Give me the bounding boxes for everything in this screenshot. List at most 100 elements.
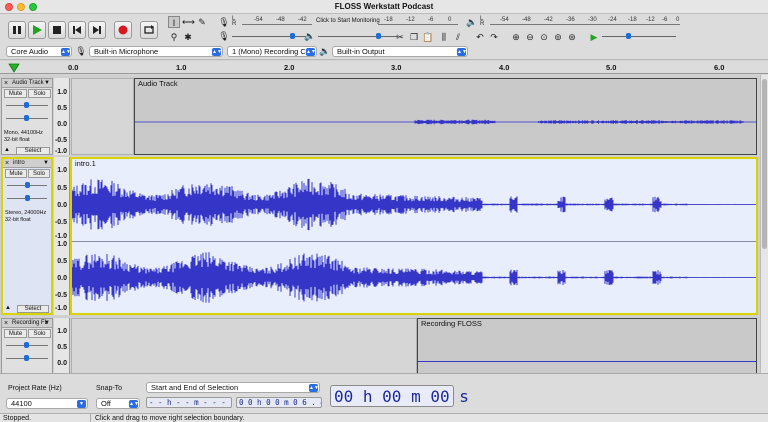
paste-icon[interactable]: 📋 — [422, 31, 434, 43]
track-menu-icon[interactable]: ▼ — [44, 79, 50, 87]
pan-slider[interactable] — [6, 114, 48, 122]
track-name-button[interactable]: × Recording FL ▼ — [2, 319, 52, 328]
solo-button[interactable]: Solo — [28, 89, 51, 98]
audio-host-select[interactable]: Core Audio ▲▼ — [6, 46, 72, 57]
trim-icon[interactable]: ⫼ — [438, 31, 450, 43]
empty-track-region[interactable] — [71, 78, 134, 155]
solo-button[interactable]: Solo — [28, 329, 51, 338]
fit-selection-icon[interactable]: ⊙ — [538, 31, 550, 43]
waveform-left-channel[interactable] — [72, 168, 756, 241]
audio-clip[interactable]: intro.1 — [70, 157, 758, 315]
track-control-panel[interactable]: × intro ▼ Mute Solo Stereo, 24000Hz 32-bit… — [1, 157, 53, 315]
silence-icon[interactable]: ⫽ — [452, 31, 464, 43]
skip-to-end-button[interactable] — [88, 21, 106, 39]
project-rate-select[interactable]: 44100 ▼ — [6, 398, 88, 409]
track-name: Recording FL — [12, 320, 49, 326]
cut-icon[interactable]: ✂ — [394, 31, 406, 43]
zoom-toggle-icon[interactable]: ⊛ — [566, 31, 578, 43]
scrollbar-thumb[interactable] — [762, 79, 767, 249]
mute-button[interactable]: Mute — [5, 169, 27, 178]
record-volume-icon: 🎙 — [218, 31, 230, 41]
recording-device-select[interactable]: Built-in Microphone ▲▼ — [89, 46, 223, 57]
playback-meter[interactable]: LR -54 -48 -42 -36 -30 -24 -18 -12 -6 0 — [480, 16, 680, 27]
snap-to-select[interactable]: Off ▲▼ — [96, 398, 140, 409]
pin-head-icon[interactable] — [8, 62, 20, 73]
gain-slider[interactable] — [6, 341, 48, 349]
zoom-in-icon[interactable]: ⊕ — [510, 31, 522, 43]
meter-tick: 0 — [676, 17, 680, 23]
close-track-icon[interactable]: × — [5, 159, 9, 167]
waveform[interactable] — [135, 89, 756, 155]
meter-tick: -48 — [522, 17, 531, 23]
pan-slider[interactable] — [6, 354, 48, 362]
close-window-button[interactable] — [5, 3, 13, 11]
fit-project-icon[interactable]: ⊚ — [552, 31, 564, 43]
record-button[interactable] — [114, 21, 132, 39]
record-meter-hint[interactable]: Click to Start Monitoring — [316, 18, 380, 24]
waveform-right-channel[interactable] — [72, 242, 756, 313]
selection-tool-icon[interactable]: I — [168, 16, 180, 28]
scale-label: 0.5 — [57, 344, 67, 351]
play-speed-slider[interactable] — [602, 31, 676, 41]
selection-start-time[interactable]: - - h - - m - - - - - - s — [146, 397, 232, 408]
skip-to-start-button[interactable] — [68, 21, 86, 39]
clip-title[interactable]: Audio Track — [135, 79, 756, 88]
close-track-icon[interactable]: × — [4, 79, 8, 87]
snap-to-value: Off — [101, 399, 111, 408]
microphone-icon[interactable]: 🎙 — [218, 16, 230, 28]
record-meter-left[interactable]: LR -54 -48 -42 — [232, 16, 312, 27]
vertical-scrollbar[interactable] — [760, 75, 768, 373]
collapse-icon[interactable]: ▲ — [4, 147, 10, 153]
stop-button[interactable] — [48, 21, 66, 39]
undo-icon[interactable]: ↶ — [474, 31, 486, 43]
collapse-icon[interactable]: ▲ — [5, 305, 11, 311]
amplitude-scale: 1.0 0.5 0.0 -0.5 -1.0 — [54, 78, 70, 155]
pan-slider[interactable] — [7, 194, 47, 202]
copy-icon[interactable]: ❐ — [408, 31, 420, 43]
select-button[interactable]: Select — [16, 147, 50, 155]
zoom-window-button[interactable] — [29, 3, 37, 11]
multi-tool-icon[interactable]: ✱ — [182, 31, 194, 43]
empty-track-region[interactable] — [71, 318, 417, 373]
draw-tool-icon[interactable]: ✎ — [196, 16, 208, 28]
mute-button[interactable]: Mute — [4, 329, 27, 338]
pause-button[interactable] — [8, 21, 26, 39]
gain-slider[interactable] — [7, 181, 47, 189]
track-name-button[interactable]: × intro ▼ — [3, 159, 51, 168]
clip-title[interactable]: intro.1 — [72, 159, 756, 168]
speaker-icon[interactable]: 🔈 — [466, 16, 478, 28]
select-button[interactable]: Select — [17, 305, 49, 313]
playback-device-select[interactable]: Built-in Output ▲▼ — [332, 46, 468, 57]
mute-button[interactable]: Mute — [4, 89, 27, 98]
playback-volume-slider[interactable] — [318, 31, 398, 41]
selection-mode-select[interactable]: Start and End of Selection ▲▼ — [146, 382, 320, 393]
track-name-button[interactable]: × Audio Track ▼ — [2, 79, 52, 88]
record-meter-right[interactable]: -18 -12 -6 0 — [378, 17, 458, 27]
play-button[interactable] — [28, 21, 46, 39]
track-format: Mono, 44100Hz — [4, 130, 43, 136]
track-control-panel[interactable]: × Audio Track ▼ Mute Solo Mono, 44100Hz 32… — [1, 78, 53, 155]
envelope-tool-icon[interactable]: ⟷ — [182, 16, 195, 28]
loop-button[interactable] — [140, 21, 158, 39]
audio-position-display[interactable]: 00 h 00 m 00 s — [330, 385, 469, 407]
zoom-out-icon[interactable]: ⊖ — [524, 31, 536, 43]
meter-tick: -54 — [254, 17, 263, 23]
selection-end-time[interactable]: 0 0 h 0 0 m 0 6 . 4 7 0 s — [236, 397, 322, 408]
play-at-speed-icon[interactable]: ▶ — [588, 31, 600, 43]
solo-button[interactable]: Solo — [28, 169, 50, 178]
zoom-tool-icon[interactable]: ⚲ — [168, 31, 180, 43]
track-control-panel[interactable]: × Recording FL ▼ Mute Solo — [1, 318, 53, 373]
timeline-ruler[interactable]: 0.0 1.0 2.0 3.0 4.0 5.0 6.0 — [0, 61, 768, 74]
track-menu-icon[interactable]: ▼ — [43, 159, 49, 167]
recording-channels-select[interactable]: 1 (Mono) Recording C... ▲▼ — [227, 46, 317, 57]
record-volume-slider[interactable] — [232, 31, 312, 41]
meter-tick: 0 — [448, 17, 452, 23]
audio-clip[interactable]: Audio Track — [134, 78, 757, 155]
gain-slider[interactable] — [6, 101, 48, 109]
close-track-icon[interactable]: × — [4, 319, 8, 327]
redo-icon[interactable]: ↷ — [488, 31, 500, 43]
minimize-window-button[interactable] — [17, 3, 25, 11]
clip-title[interactable]: Recording FLOSS — [418, 319, 756, 328]
audio-clip[interactable]: Recording FLOSS — [417, 318, 757, 373]
track-menu-icon[interactable]: ▼ — [44, 319, 50, 327]
